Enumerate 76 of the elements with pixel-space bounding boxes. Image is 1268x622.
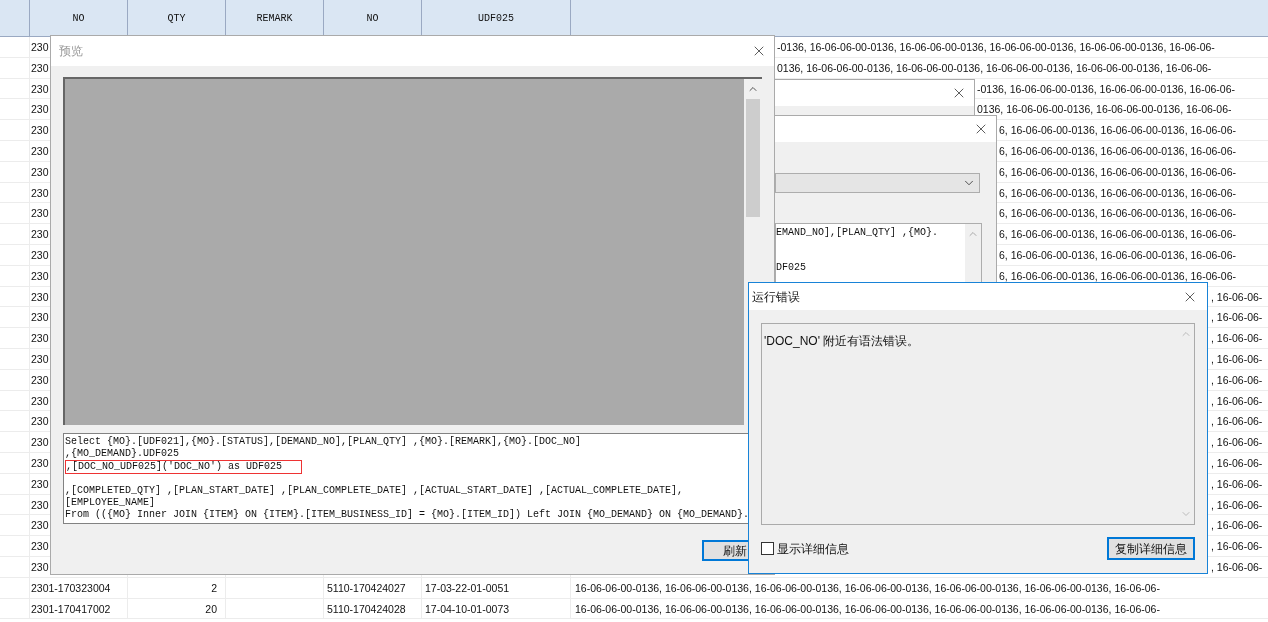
window-title: 预览 [59,43,83,60]
sql-text: ,[COMPLETED_QTY] ,[PLAN_START_DATE] ,[PLAN_COMPLETE_DATE] ,[ACTUAL_START_DATE] ,[ACTUAL_COMPLETE_DATE], [65,485,685,497]
table-cell: 230 [31,352,49,365]
table-cell: 6, 16-06-06-00-0136, 16-06-06-00-0136, 16-06-06- [999,248,1236,261]
sql-text: DF025 [776,261,807,273]
table-cell: , 16-06-06- [1211,394,1263,407]
table-cell: 230 [31,394,49,407]
table-cell: 20 [205,602,217,615]
table-cell: 230 [31,311,49,324]
table-cell: , 16-06-06- [1211,519,1263,532]
table-cell: 230 [31,248,49,261]
sql-text: ,[DOC_NO_UDF025]('DOC_NO') as UDF025 [65,460,302,474]
table-cell: 230 [31,207,49,220]
scrollbar-thumb[interactable] [746,99,760,217]
table-cell: , 16-06-06- [1211,498,1263,511]
table-cell: 2301-170323004 [31,581,111,594]
table-cell: 0136, 16-06-06-00-0136, 16-06-06-00-0136, 16-06-06- [977,103,1232,116]
table-cell: 230 [31,41,49,53]
table-cell: , 16-06-06- [1211,456,1263,469]
table-cell: -0136, 16-06-06-00-0136, 16-06-06-00-0136, 16-06-06- [977,82,1235,95]
table-cell: 0136, 16-06-06-00-0136, 16-06-06-00-0136, 16-06-06-00-0136, 16-06-06-00-0136, 16-06-06- [777,61,1212,74]
table-cell: 230 [31,269,49,282]
sql-text: Select {MO}.[UDF021],{MO}.[STATUS],[DEMAND_NO],[PLAN_QTY] ,{MO}.[REMARK],{MO}.[DOC_NO] [65,436,583,448]
table-cell: 230 [31,82,49,95]
table-cell: 230 [31,456,49,469]
table-cell: , 16-06-06- [1211,415,1263,428]
table-cell: , 16-06-06- [1211,373,1263,386]
table-cell: 230 [31,61,49,74]
table-cell: 230 [31,186,49,199]
table-cell: 6, 16-06-06-00-0136, 16-06-06-00-0136, 16-06-06- [999,124,1236,137]
table-cell: 16-06-06-00-0136, 16-06-06-00-0136, 16-06-06-00-0136, 16-06-06-00-0136, 16-06-06-00-0136, 16-06-06-00-0136, 16-06-06- [575,602,1160,615]
table-cell: 6, 16-06-06-00-0136, 16-06-06-00-0136, 16-06-06- [999,228,1236,241]
copy-details-button[interactable]: 复制详细信息 [1107,537,1195,560]
table-cell: 230 [31,436,49,449]
table-cell: 230 [31,477,49,490]
checkbox[interactable] [761,542,774,555]
table-cell: 6, 16-06-06-00-0136, 16-06-06-00-0136, 16-06-06- [999,207,1236,220]
table-cell: , 16-06-06- [1211,332,1263,345]
table-cell: 5110-170424028 [327,602,406,615]
table-cell: 230 [31,540,49,553]
table-cell: 230 [31,165,49,178]
table-cell: , 16-06-06- [1211,560,1263,573]
table-cell: 230 [31,498,49,511]
table-cell: , 16-06-06- [1211,311,1263,324]
table-cell: 16-06-06-00-0136, 16-06-06-00-0136, 16-06-06-00-0136, 16-06-06-00-0136, 16-06-06-00-0136, 16-06-06-00-0136, 16-06-06- [575,581,1160,594]
table-cell: 230 [31,332,49,345]
table-cell: 17-03-22-01-0051 [425,581,510,594]
sql-text: EMAND_NO],[PLAN_QTY] ,{MO}. [776,227,940,239]
table-cell: 6, 16-06-06-00-0136, 16-06-06-00-0136, 16-06-06- [999,165,1236,178]
sql-text: ,{MO_DEMAND}.UDF025 [65,448,181,460]
error-message: 'DOC_NO' 附近有语法错误。 [764,334,920,348]
table-cell: , 16-06-06- [1211,352,1263,365]
table-cell: 230 [31,290,49,303]
table-cell: 6, 16-06-06-00-0136, 16-06-06-00-0136, 16-06-06- [999,145,1236,157]
sql-text: From (({MO} Inner JOIN {ITEM} ON {ITEM}.[ITEM_BUSINESS_ID] = {MO}.[ITEM_ID]) Left JOIN {MO_DEMAND} ON {MO_DEMAND}. [65,509,751,521]
table-cell: 230 [31,145,49,157]
window-title: 运行错误 [752,288,800,306]
table-cell: 6, 16-06-06-00-0136, 16-06-06-00-0136, 16-06-06- [999,269,1236,282]
table-cell: 5110-170424027 [327,581,406,594]
table-cell: , 16-06-06- [1211,540,1263,553]
table-cell: 230 [31,124,49,137]
table-cell: 230 [31,519,49,532]
table-cell: 230 [31,415,49,428]
table-cell: -0136, 16-06-06-00-0136, 16-06-06-00-0136, 16-06-06-00-0136, 16-06-06-00-0136, 16-06-06- [777,41,1215,53]
table-cell: 230 [31,373,49,386]
table-cell: 2301-170417002 [31,602,111,615]
sql-text: [EMPLOYEE_NAME] [65,497,156,509]
table-cell: 230 [31,560,49,573]
table-cell: , 16-06-06- [1211,290,1263,303]
table-cell: , 16-06-06- [1211,436,1263,449]
table-cell: 17-04-10-01-0073 [425,602,510,615]
table-cell: 230 [31,228,49,241]
table-cell: 230 [31,103,49,116]
table-cell: 6, 16-06-06-00-0136, 16-06-06-00-0136, 16-06-06- [999,186,1236,199]
table-cell: , 16-06-06- [1211,477,1263,490]
table-cell: 2 [211,581,217,594]
